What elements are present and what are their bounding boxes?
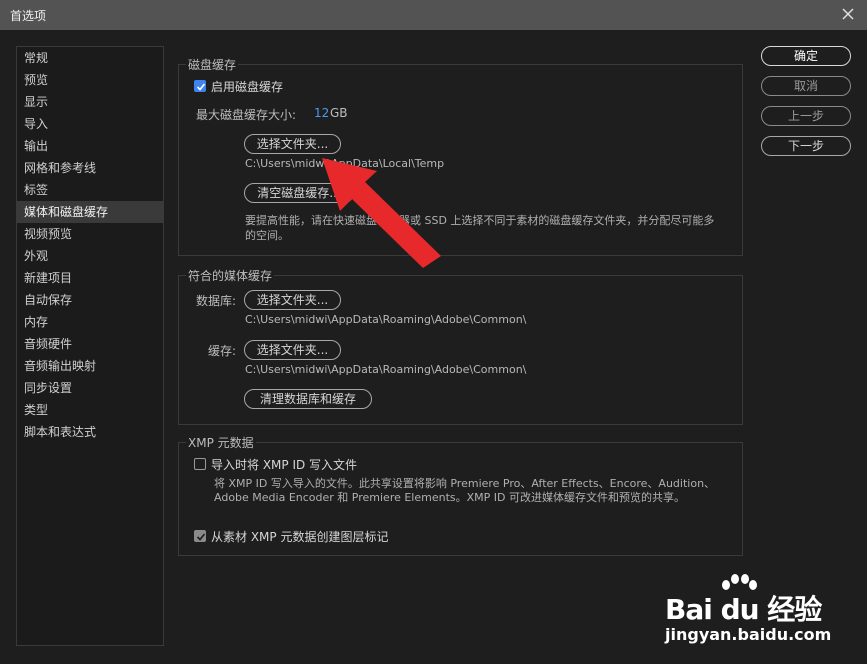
xmp-note-line2: Adobe Media Encoder 和 Premiere Elements。… bbox=[214, 491, 686, 504]
next-button[interactable]: 下一步 bbox=[761, 136, 851, 156]
sidebar-item[interactable]: 新建项目 bbox=[17, 267, 163, 289]
previous-button[interactable]: 上一步 bbox=[761, 106, 851, 126]
clear-disk-cache-button[interactable]: 清空磁盘缓存... bbox=[244, 183, 354, 203]
xmp-note-line1: 将 XMP ID 写入导入的文件。此共享设置将影响 Premiere Pro、A… bbox=[214, 477, 716, 490]
enable-disk-cache-label: 启用磁盘缓存 bbox=[211, 80, 284, 94]
sidebar-item[interactable]: 外观 bbox=[17, 245, 163, 267]
conformed-cache-title: 符合的媒体缓存 bbox=[186, 267, 275, 284]
max-disk-cache-label: 最大磁盘缓存大小: bbox=[196, 108, 297, 122]
sidebar-item[interactable]: 音频输出映射 bbox=[17, 355, 163, 377]
sidebar-item[interactable]: 网格和参考线 bbox=[17, 157, 163, 179]
sidebar-item[interactable]: 输出 bbox=[17, 135, 163, 157]
sidebar-item[interactable]: 类型 bbox=[17, 399, 163, 421]
sidebar-item[interactable]: 同步设置 bbox=[17, 377, 163, 399]
disk-cache-title: 磁盘缓存 bbox=[186, 56, 239, 73]
write-xmp-id-label: 导入时将 XMP ID 写入文件 bbox=[211, 458, 358, 472]
create-layer-markers-checkbox[interactable] bbox=[194, 530, 206, 542]
sidebar-item[interactable]: 常规 bbox=[17, 47, 163, 69]
category-list: 常规 预览 显示 导入 输出 网格和参考线 标签 媒体和磁盘缓存 视频预览 外观 新建项目 自动保存内… bbox=[16, 46, 164, 646]
sidebar-item[interactable]: 脚本和表达式 bbox=[17, 421, 163, 443]
sidebar-item[interactable]: 音频硬件 bbox=[17, 333, 163, 355]
watermark-brand: Bai du 经验 bbox=[665, 593, 822, 626]
enable-disk-cache-checkbox[interactable] bbox=[194, 80, 206, 92]
sidebar-item[interactable]: 预览 bbox=[17, 69, 163, 91]
max-disk-cache-value[interactable]: 12 bbox=[314, 106, 329, 120]
sidebar-item[interactable]: 自动保存 bbox=[17, 289, 163, 311]
watermark-url: jingyan.baidu.com bbox=[665, 625, 832, 644]
cache-path: C:\Users\midwi\AppData\Roaming\Adobe\Com… bbox=[245, 363, 527, 376]
cache-choose-folder-button[interactable]: 选择文件夹... bbox=[244, 340, 341, 360]
create-layer-markers-label: 从素材 XMP 元数据创建图层标记 bbox=[211, 530, 389, 544]
cache-label: 缓存: bbox=[208, 344, 237, 358]
sidebar-item[interactable]: 导入 bbox=[17, 113, 163, 135]
title-bar: 首选项 bbox=[0, 0, 867, 30]
database-label: 数据库: bbox=[196, 294, 237, 308]
sidebar-item[interactable]: 标签 bbox=[17, 179, 163, 201]
window-title: 首选项 bbox=[10, 9, 47, 23]
database-path: C:\Users\midwi\AppData\Roaming\Adobe\Com… bbox=[245, 313, 527, 326]
sidebar-item[interactable]: 内存 bbox=[17, 311, 163, 333]
baidu-jingyan-watermark: Bai du 经验 jingyan.baidu.com bbox=[665, 573, 855, 653]
disk-cache-choose-folder-button[interactable]: 选择文件夹... bbox=[244, 134, 341, 154]
xmp-title: XMP 元数据 bbox=[186, 434, 256, 451]
cancel-button[interactable]: 取消 bbox=[761, 76, 851, 96]
disk-cache-note: 要提高性能，请在快速磁盘驱动器或 SSD 上选择不同于素材的磁盘缓存文件夹，并分… bbox=[245, 214, 715, 242]
ok-button[interactable]: 确定 bbox=[761, 46, 851, 66]
sidebar-item[interactable]: 显示 bbox=[17, 91, 163, 113]
close-icon[interactable] bbox=[839, 5, 857, 23]
clean-database-button[interactable]: 清理数据库和缓存 bbox=[244, 389, 372, 409]
max-disk-cache-unit: GB bbox=[330, 106, 348, 120]
write-xmp-id-checkbox[interactable] bbox=[194, 458, 206, 470]
disk-cache-path: C:\Users\midwi\AppData\Local\Temp bbox=[245, 157, 445, 170]
sidebar-item[interactable]: 视频预览 bbox=[17, 223, 163, 245]
sidebar-item[interactable]: 媒体和磁盘缓存 bbox=[17, 201, 163, 223]
database-choose-folder-button[interactable]: 选择文件夹... bbox=[244, 290, 341, 310]
